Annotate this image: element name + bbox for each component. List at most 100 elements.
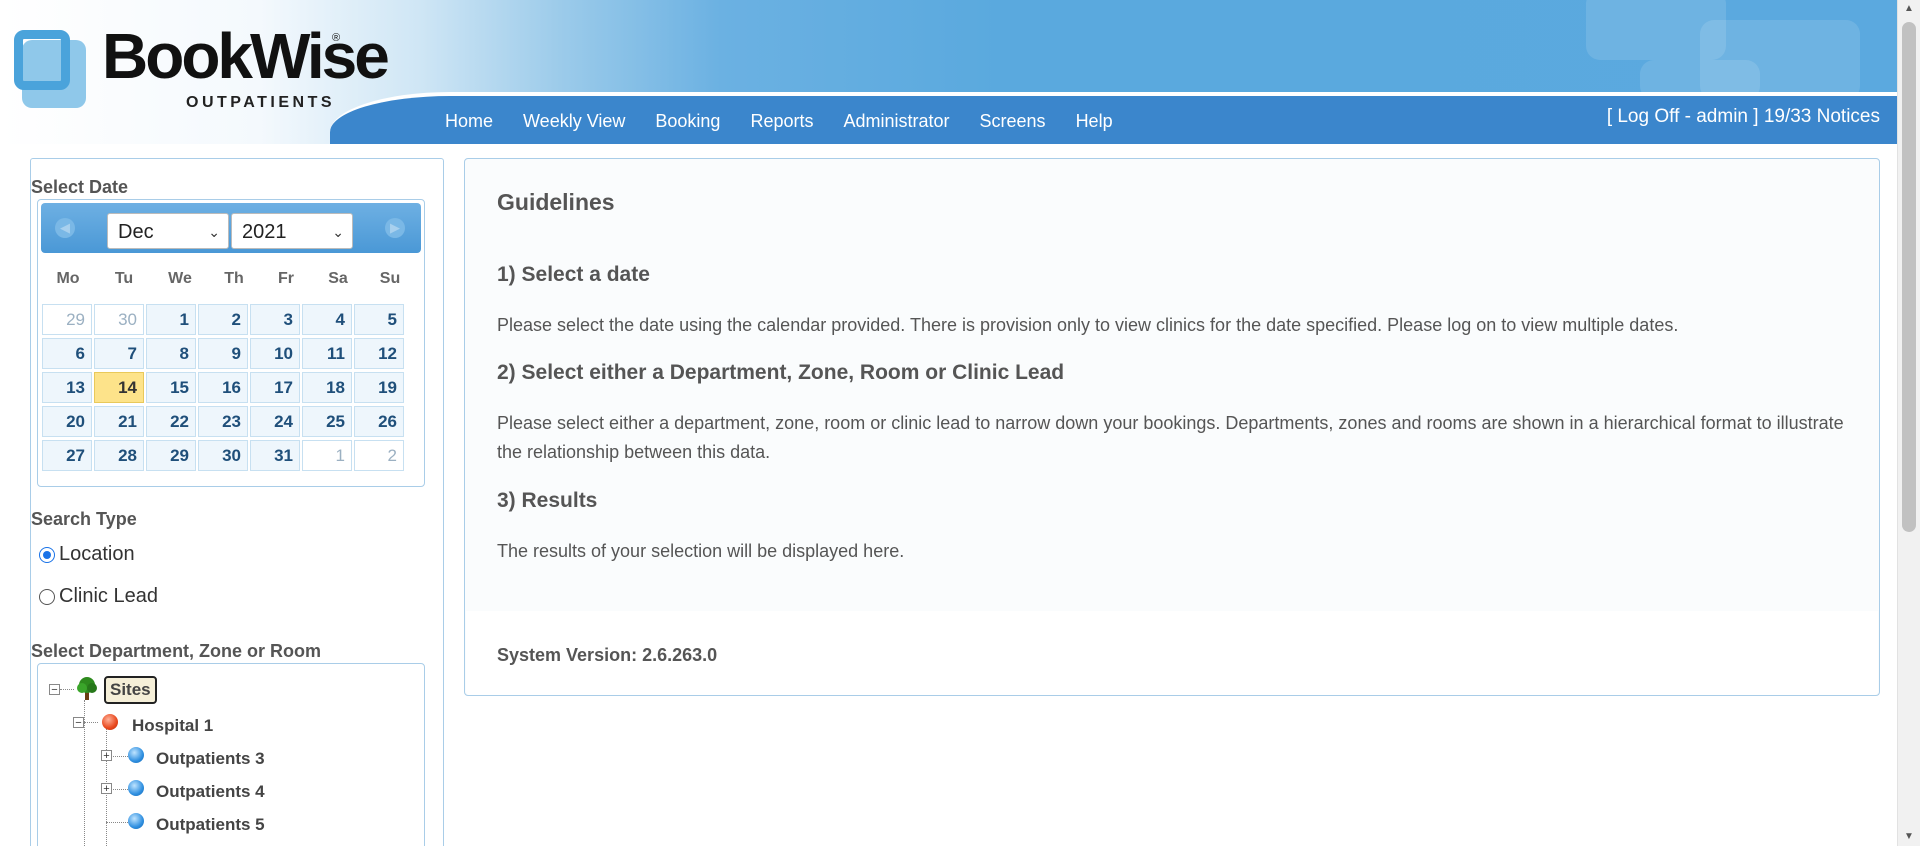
weekday-header: We <box>168 270 192 287</box>
calendar-day[interactable]: 29 <box>146 440 196 471</box>
calendar-day[interactable]: 11 <box>302 338 352 369</box>
calendar-day[interactable]: 28 <box>94 440 144 471</box>
logo-text: BookWise <box>102 20 390 92</box>
guidelines-panel: Guidelines 1) Select a date Please selec… <box>464 158 1880 696</box>
header: BookWise ® OUTPATIENTS Home Weekly View … <box>0 0 1898 144</box>
clinic-lead-radio-label: Clinic Lead <box>59 585 158 607</box>
next-month-icon[interactable]: ▶ <box>385 218 405 238</box>
weekday-header: Th <box>224 270 244 287</box>
nav-administrator[interactable]: Administrator <box>828 108 964 134</box>
bookwise-logo[interactable]: BookWise ® OUTPATIENTS <box>14 22 390 122</box>
calendar-day[interactable]: 1 <box>302 440 352 471</box>
calendar-day[interactable]: 29 <box>42 304 92 335</box>
calendar-day[interactable]: 27 <box>42 440 92 471</box>
calendar-day[interactable]: 19 <box>354 372 404 403</box>
calendar-day[interactable]: 9 <box>198 338 248 369</box>
calendar-day[interactable]: 17 <box>250 372 300 403</box>
calendar-day-today[interactable]: 14 <box>94 372 144 403</box>
chevron-down-icon: ⌄ <box>208 224 220 240</box>
weekday-header: Mo <box>56 270 80 287</box>
search-type-location-option[interactable]: Location <box>39 543 135 566</box>
location-radio-label: Location <box>59 543 135 565</box>
prev-month-icon[interactable]: ◀ <box>55 218 75 238</box>
step-2-heading: 2) Select either a Department, Zone, Roo… <box>497 361 1065 384</box>
search-type-title: Search Type <box>31 509 137 529</box>
department-status-icon <box>128 780 144 796</box>
logo-mark-icon <box>14 30 90 110</box>
tree-node-outpatients-3[interactable]: Outpatients 3 <box>156 749 265 769</box>
step-3-heading: 3) Results <box>497 489 598 512</box>
calendar-day[interactable]: 12 <box>354 338 404 369</box>
collapse-hospital-toggle[interactable]: − <box>73 717 84 729</box>
nav-home[interactable]: Home <box>430 108 508 134</box>
select-date-title: Select Date <box>31 177 129 197</box>
search-type-clinic-lead-option[interactable]: Clinic Lead <box>39 585 158 608</box>
calendar-day[interactable]: 22 <box>146 406 196 437</box>
expand-outpatients-4-toggle[interactable]: + <box>101 783 112 795</box>
sidebar-panel: Select Date ◀ Dec ⌄ 2021 ⌄ ▶ Mo Tu We Th… <box>30 158 444 846</box>
calendar-day[interactable]: 31 <box>250 440 300 471</box>
step-2-text: Please select either a department, zone,… <box>497 413 1844 462</box>
weekday-header: Su <box>379 270 401 287</box>
calendar-day[interactable]: 26 <box>354 406 404 437</box>
calendar-day[interactable]: 24 <box>250 406 300 437</box>
calendar-day[interactable]: 30 <box>198 440 248 471</box>
logo-registered-mark: ® <box>332 32 341 44</box>
calendar-day[interactable]: 2 <box>198 304 248 335</box>
scroll-down-icon[interactable]: ▼ <box>1898 828 1920 846</box>
clinic-lead-radio[interactable] <box>39 588 55 605</box>
guidelines-title: Guidelines <box>497 189 615 215</box>
nav-weekly-view[interactable]: Weekly View <box>508 108 640 134</box>
page-scrollbar[interactable]: ▲ ▼ <box>1897 0 1920 846</box>
calendar-day[interactable]: 2 <box>354 440 404 471</box>
nav-screens[interactable]: Screens <box>965 108 1061 134</box>
weekday-header: Tu <box>114 270 134 287</box>
nav-reports[interactable]: Reports <box>735 108 828 134</box>
chevron-down-icon: ⌄ <box>332 224 344 240</box>
step-3-text: The results of your selection will be di… <box>497 541 905 561</box>
calendar-day[interactable]: 15 <box>146 372 196 403</box>
system-version: System Version: 2.6.263.0 <box>497 645 718 665</box>
calendar-day[interactable]: 8 <box>146 338 196 369</box>
calendar-day[interactable]: 13 <box>42 372 92 403</box>
tree-node-outpatients-5[interactable]: Outpatients 5 <box>156 815 265 835</box>
collapse-sites-toggle[interactable]: − <box>49 684 60 696</box>
log-off-notices-link[interactable]: [ Log Off - admin ] 19/33 Notices <box>1607 106 1880 128</box>
month-select-value: Dec <box>118 221 154 243</box>
calendar-day[interactable]: 23 <box>198 406 248 437</box>
year-select[interactable]: 2021 ⌄ <box>231 213 353 249</box>
calendar-day[interactable]: 20 <box>42 406 92 437</box>
calendar-header: ◀ Dec ⌄ 2021 ⌄ ▶ <box>41 203 421 253</box>
calendar-day[interactable]: 3 <box>250 304 300 335</box>
weekday-header: Sa <box>328 270 348 287</box>
step-1-heading: 1) Select a date <box>497 263 650 286</box>
nav-booking[interactable]: Booking <box>640 108 735 134</box>
step-1-text: Please select the date using the calenda… <box>497 315 1679 335</box>
department-status-icon <box>128 747 144 763</box>
calendar-day[interactable]: 18 <box>302 372 352 403</box>
calendar-day[interactable]: 25 <box>302 406 352 437</box>
expand-outpatients-3-toggle[interactable]: + <box>101 750 112 762</box>
tree-node-hospital-1[interactable]: Hospital 1 <box>132 716 213 736</box>
main-nav: Home Weekly View Booking Reports Adminis… <box>430 108 1128 134</box>
calendar: ◀ Dec ⌄ 2021 ⌄ ▶ Mo Tu We Th Fr Sa Su 29… <box>37 199 425 487</box>
scrollbar-thumb[interactable] <box>1902 22 1916 532</box>
logo-subtitle: OUTPATIENTS <box>186 94 336 111</box>
calendar-day[interactable]: 16 <box>198 372 248 403</box>
calendar-day[interactable]: 5 <box>354 304 404 335</box>
calendar-day[interactable]: 4 <box>302 304 352 335</box>
month-select[interactable]: Dec ⌄ <box>107 213 229 249</box>
page: BookWise ® OUTPATIENTS Home Weekly View … <box>0 0 1898 846</box>
location-radio[interactable] <box>39 546 55 563</box>
hospital-status-icon <box>102 714 118 730</box>
calendar-day[interactable]: 10 <box>250 338 300 369</box>
calendar-day[interactable]: 7 <box>94 338 144 369</box>
tree-node-sites[interactable]: Sites <box>104 676 157 704</box>
nav-help[interactable]: Help <box>1061 108 1128 134</box>
tree-node-outpatients-4[interactable]: Outpatients 4 <box>156 782 265 802</box>
scroll-up-icon[interactable]: ▲ <box>1898 0 1920 18</box>
calendar-day[interactable]: 30 <box>94 304 144 335</box>
calendar-day[interactable]: 1 <box>146 304 196 335</box>
calendar-day[interactable]: 21 <box>94 406 144 437</box>
calendar-day[interactable]: 6 <box>42 338 92 369</box>
